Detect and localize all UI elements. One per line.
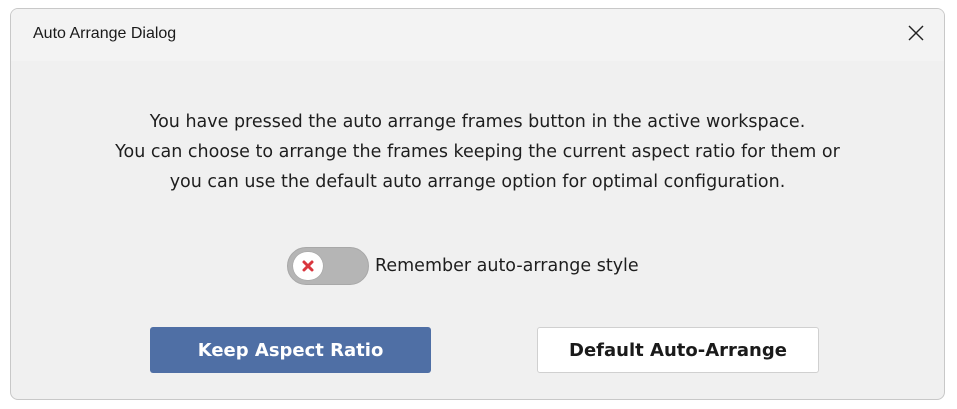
auto-arrange-dialog: Auto Arrange Dialog You have pressed the…	[10, 8, 945, 400]
keep-aspect-ratio-button[interactable]: Keep Aspect Ratio	[150, 327, 431, 373]
toggle-knob	[293, 252, 323, 280]
message-line: You have pressed the auto arrange frames…	[149, 112, 806, 132]
default-auto-arrange-button[interactable]: Default Auto-Arrange	[537, 327, 819, 373]
remember-row: Remember auto-arrange style	[287, 247, 639, 285]
title-bar: Auto Arrange Dialog	[11, 9, 944, 61]
dialog-title: Auto Arrange Dialog	[33, 25, 177, 42]
x-mark-icon	[302, 260, 314, 272]
message-line: you can use the default auto arrange opt…	[169, 172, 786, 192]
remember-toggle[interactable]	[287, 247, 369, 285]
dialog-message: You have pressed the auto arrange frames…	[11, 107, 944, 197]
message-line: You can choose to arrange the frames kee…	[115, 142, 840, 162]
remember-label: Remember auto-arrange style	[375, 256, 639, 276]
close-button[interactable]	[902, 19, 930, 47]
close-icon	[908, 25, 924, 41]
